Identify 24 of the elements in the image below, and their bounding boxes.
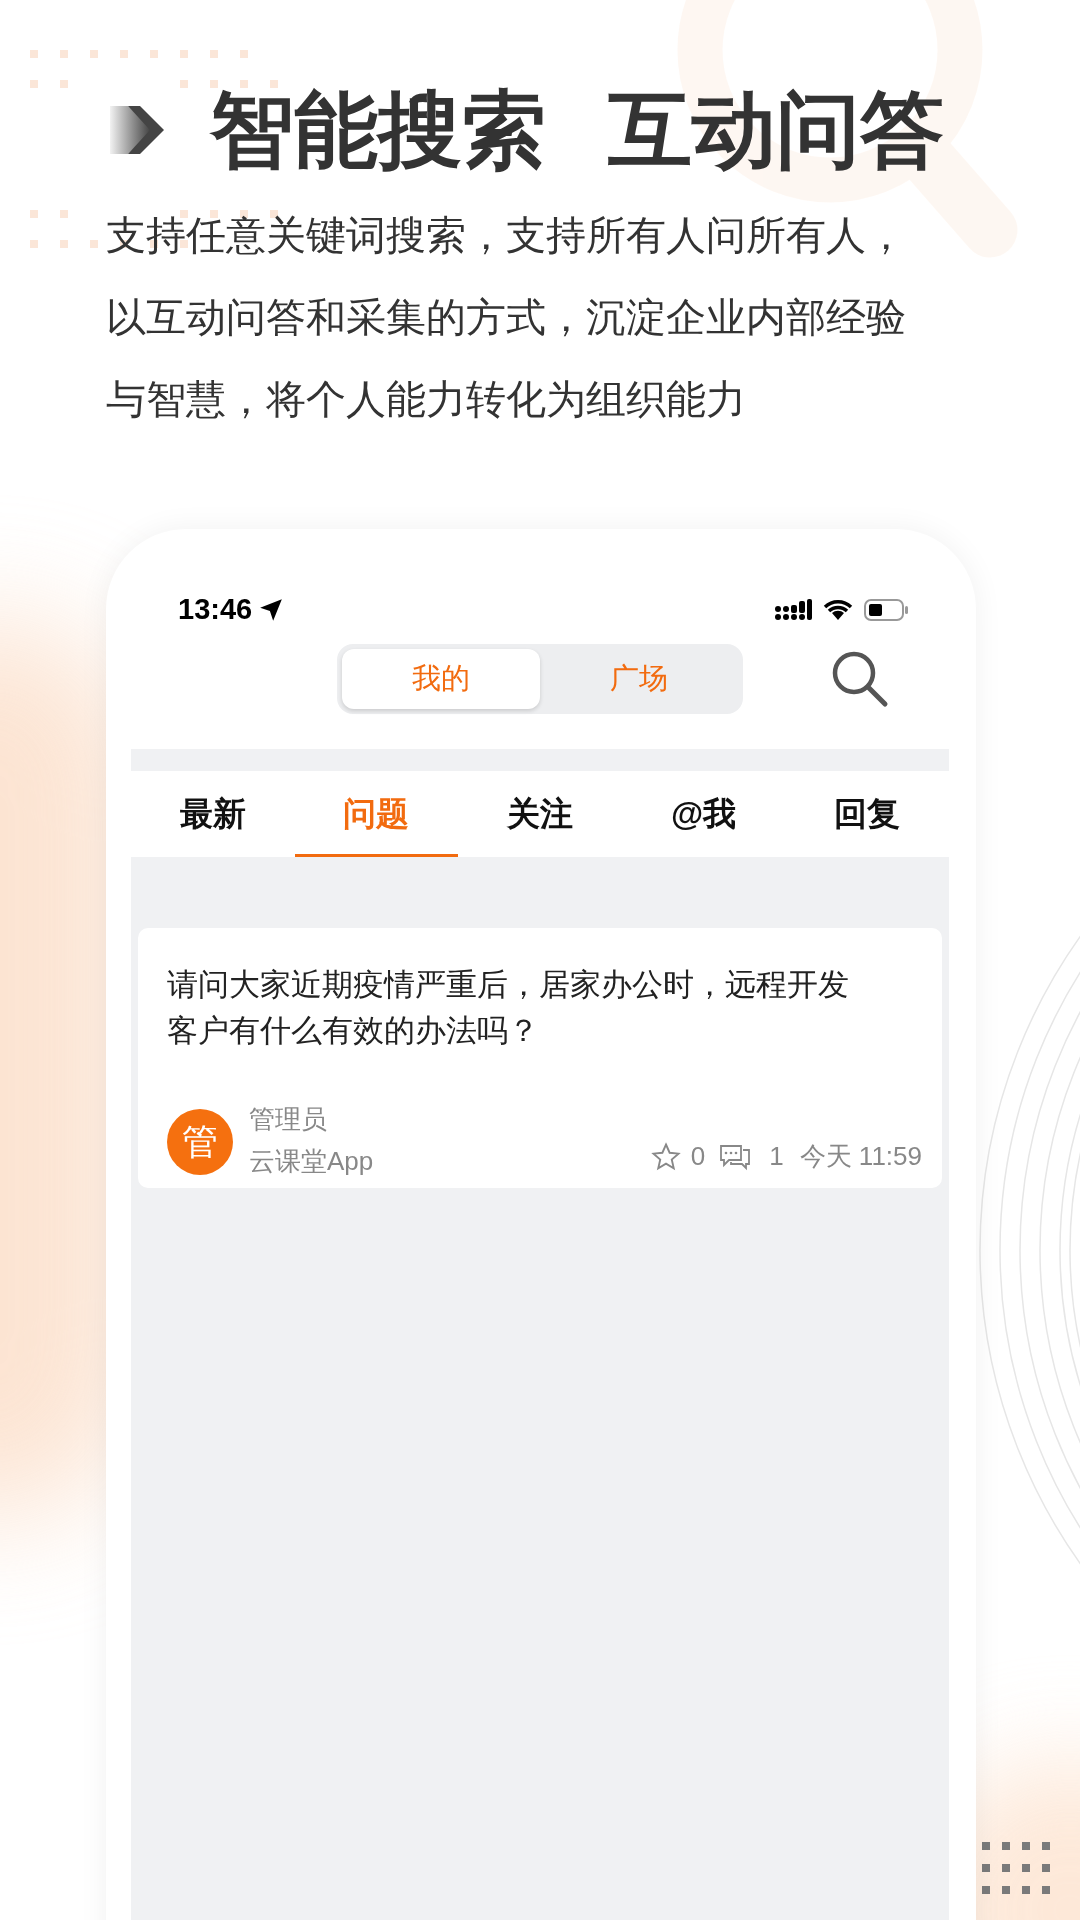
star-count: 0 [690,1140,706,1173]
question-card[interactable]: 请问大家近期疫情严重后，居家办公时，远程开发客户有什么有效的办法吗？ 管 管理员 云课堂App 0 1 今天 11:59 [138,928,942,1188]
description-line: 支持任意关键词搜索，支持所有人问所有人， [106,212,907,259]
description-line: 以互动问答和采集的方式，沉淀企业内部经验 [106,294,907,341]
category-tab[interactable]: 回复 [785,771,949,857]
location-arrow-icon [258,597,285,623]
wifi-icon [822,598,854,622]
category-tab[interactable]: 最新 [131,771,295,857]
author-name: 管理员 [249,1103,328,1136]
comment-count: 1 [769,1140,784,1173]
status-time: 13:46 [178,592,253,628]
search-icon[interactable] [831,650,889,708]
avatar: 管 [167,1109,233,1175]
post-time: 今天 11:59 [799,1140,922,1173]
headline-title: 智能搜索 [210,84,546,176]
star-icon[interactable] [650,1141,681,1172]
signal-icon [774,598,812,622]
category-tab[interactable]: 关注 [458,771,622,857]
description-line: 与智慧，将个人能力转化为组织能力 [106,376,747,423]
question-text: 请问大家近期疫情严重后，居家办公时，远程开发客户有什么有效的办法吗？ [167,966,850,1050]
headline-title: 互动问答 [608,84,944,176]
battery-icon [864,598,910,622]
source-label: 云课堂App [249,1145,374,1178]
category-tab[interactable]: @我 [621,771,786,857]
